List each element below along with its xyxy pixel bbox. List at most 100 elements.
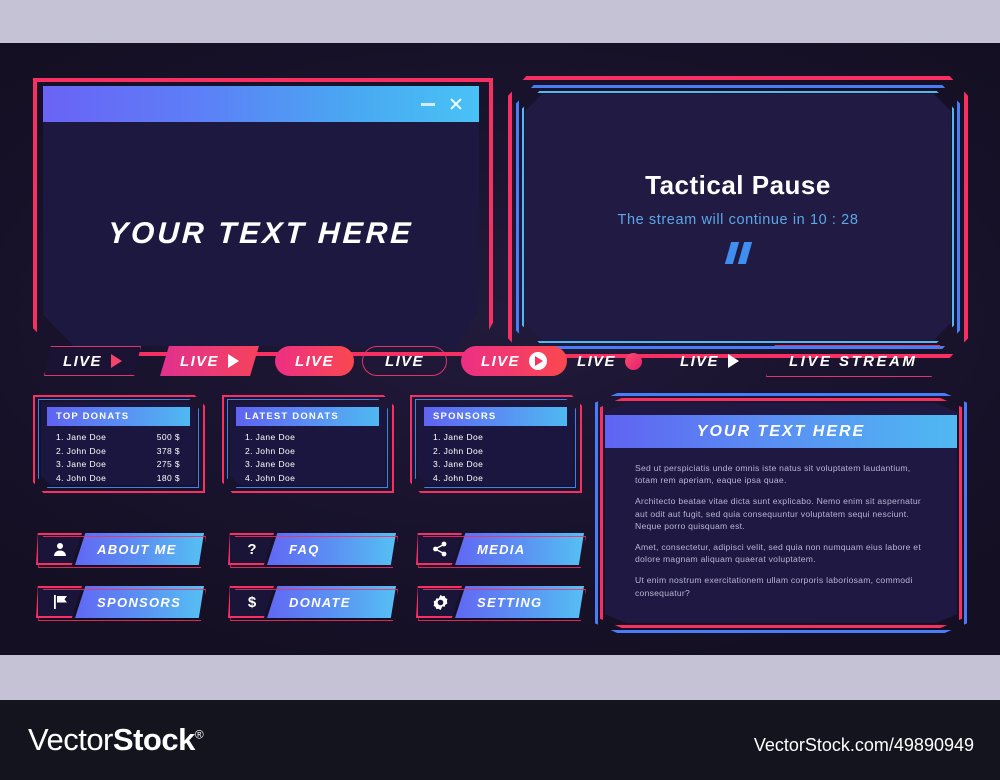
list-item: 4. John Doe [245, 473, 373, 483]
play-triangle-icon [110, 354, 122, 368]
media-button[interactable]: MEDIA [416, 533, 586, 568]
dollar-glyph: $ [247, 593, 257, 611]
list-item: 1. Jane Doe [433, 432, 561, 442]
window-content: YOUR TEXT HERE [43, 122, 479, 346]
brand-bold: Stock [112, 722, 195, 757]
panel-header: SPONSORS [424, 407, 567, 426]
live-badge-label: LIVE [680, 352, 719, 370]
live-badge-solid-pill[interactable]: LIVE [275, 346, 354, 376]
setting-label: SETTING [455, 586, 584, 618]
list-item: 4. John Doe 180 $ [56, 473, 184, 483]
sponsors-button[interactable]: SPONSORS [36, 586, 206, 621]
live-badge-label: LIVE [295, 352, 334, 370]
letterbox-bar-top [0, 0, 1000, 43]
sponsors-panel: SPONSORS 1. Jane Doe 2. John Doe 3. Jane… [410, 395, 582, 493]
paragraph: Architecto beatae vitae dicta sunt expli… [635, 496, 921, 531]
setting-button[interactable]: SETTING [416, 586, 586, 621]
donor-name: 4. John Doe [56, 472, 107, 483]
list-item: 4. John Doe [433, 473, 561, 483]
live-badge-outline-pill[interactable]: LIVE [362, 346, 447, 376]
sponsor-name: 4. John Doe [433, 472, 484, 483]
donor-amount: 180 $ [156, 472, 180, 483]
person-icon [36, 533, 82, 565]
live-badge-label: LIVE [180, 352, 219, 370]
live-badge-outline-play[interactable]: LIVE [44, 346, 141, 376]
about-me-button[interactable]: ABOUT ME [36, 533, 206, 568]
pause-countdown-text: The stream will continue in 10 : 28 [617, 212, 859, 228]
list-item: 2. John Doe 378 $ [56, 446, 184, 456]
donor-amount: 378 $ [156, 445, 180, 456]
donor-name: 1. Jane Doe [56, 432, 107, 442]
panel-content: SPONSORS 1. Jane Doe 2. John Doe 3. Jane… [418, 402, 573, 485]
paragraph: Amet, consectetur, adipisci velit, sed q… [635, 542, 921, 565]
list-item: 2. John Doe [245, 446, 373, 456]
faq-button[interactable]: ? FAQ [228, 533, 398, 568]
dollar-icon: $ [228, 586, 274, 618]
donor-name: 1. Jane Doe [245, 432, 296, 442]
panel-content: LATEST DONATS 1. Jane Doe 2. John Doe 3.… [230, 402, 385, 485]
sponsor-name: 1. Jane Doe [433, 432, 484, 442]
list-item: 3. Jane Doe [433, 459, 561, 469]
panel-rows: 1. Jane Doe 500 $ 2. John Doe 378 $ 3. J… [47, 426, 190, 483]
gear-icon [416, 586, 462, 618]
question-glyph: ? [247, 540, 257, 558]
play-triangle-icon [227, 354, 239, 368]
panel-rows: 1. Jane Doe 2. John Doe 3. Jane Doe 4. J… [236, 426, 379, 483]
donor-name: 3. Jane Doe [56, 459, 107, 469]
donate-button[interactable]: $ DONATE [228, 586, 398, 621]
play-circle-icon [528, 352, 547, 370]
live-badge-plain-play[interactable]: LIVE [676, 346, 743, 376]
donor-amount: 500 $ [156, 432, 180, 442]
pause-content: Tactical Pause The stream will continue … [525, 94, 951, 340]
artwork-canvas: YOUR TEXT HERE Tactical Pause The stream… [0, 43, 1000, 655]
text-panel-title: YOUR TEXT HERE [605, 415, 957, 448]
media-label: MEDIA [455, 533, 584, 565]
text-panel: YOUR TEXT HERE Sed ut perspiciatis unde … [595, 393, 967, 633]
donor-name: 4. John Doe [245, 472, 296, 483]
pause-title: Tactical Pause [645, 170, 831, 200]
live-badge-record-dot[interactable]: LIVE [573, 346, 646, 376]
live-badge-pill-play-circle[interactable]: LIVE [461, 346, 567, 376]
list-item: 3. Jane Doe 275 $ [56, 459, 184, 469]
vectorstock-url: VectorStock.com/49890949 [753, 735, 974, 755]
live-badge-label: LIVE [481, 352, 520, 370]
panel-header: LATEST DONATS [236, 407, 379, 426]
sponsor-name: 2. John Doe [433, 445, 484, 456]
list-item: 2. John Doe [433, 446, 561, 456]
share-icon [416, 533, 462, 565]
live-badge-label: LIVE [63, 352, 102, 370]
list-item: 1. Jane Doe 500 $ [56, 432, 184, 442]
paragraph: Ut enim nostrum exercitationem ullam cor… [635, 575, 913, 598]
live-badge-solid-parallelogram[interactable]: LIVE [160, 346, 259, 376]
window-panel: YOUR TEXT HERE [33, 78, 493, 356]
text-panel-body: Sed ut perspiciatis unde omnis iste natu… [605, 448, 957, 599]
top-donats-panel: TOP DONATS 1. Jane Doe 500 $ 2. John Doe… [33, 395, 205, 493]
donate-label: DONATE [267, 586, 396, 618]
window-placeholder-text: YOUR TEXT HERE [107, 217, 415, 250]
list-item: 1. Jane Doe [245, 432, 373, 442]
window-panel-body: YOUR TEXT HERE [43, 86, 479, 346]
vectorstock-logo: VectorStock® [28, 722, 204, 758]
paragraph: Sed ut perspiciatis unde omnis iste natu… [635, 463, 911, 486]
faq-label: FAQ [267, 533, 396, 565]
flag-icon [36, 586, 82, 618]
donor-name: 2. John Doe [56, 445, 107, 456]
panel-header: TOP DONATS [47, 407, 190, 426]
about-me-label: ABOUT ME [75, 533, 204, 565]
live-stream-badge[interactable]: LIVE STREAM [766, 345, 941, 377]
donor-name: 2. John Doe [245, 445, 296, 456]
text-panel-content: YOUR TEXT HERE Sed ut perspiciatis unde … [605, 403, 957, 623]
panel-rows: 1. Jane Doe 2. John Doe 3. Jane Doe 4. J… [424, 426, 567, 483]
donor-amount: 275 $ [156, 459, 180, 469]
record-dot-icon [624, 352, 642, 370]
live-badges-row: LIVE LIVE LIVE LIVE LIVE LIVE LIVE LIVE … [0, 338, 1000, 388]
letterbox-bar-bottom [0, 655, 1000, 700]
live-badge-label: LIVE [577, 352, 616, 370]
tactical-pause-panel: Tactical Pause The stream will continue … [508, 76, 968, 358]
live-stream-label: LIVE STREAM [789, 352, 918, 370]
play-triangle-icon [727, 354, 739, 368]
question-icon: ? [228, 533, 274, 565]
minimize-icon[interactable] [421, 102, 435, 106]
window-titlebar [43, 86, 479, 122]
close-icon[interactable] [449, 97, 463, 111]
